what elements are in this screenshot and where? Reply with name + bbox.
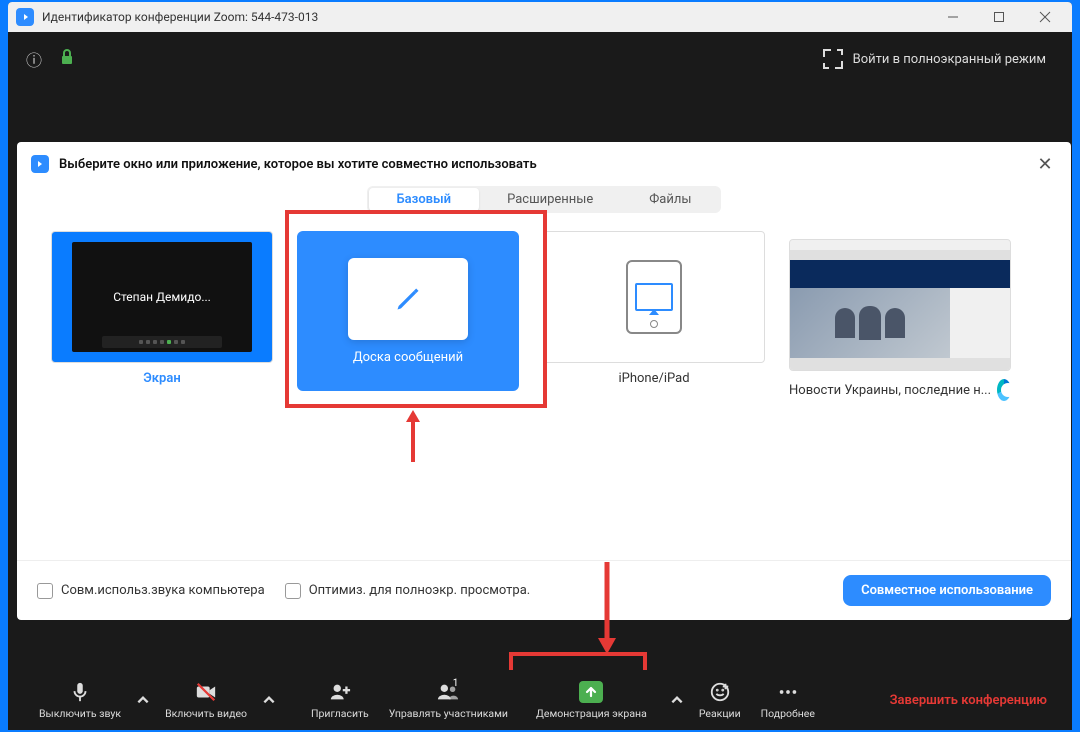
share-tabs: Базовый Расширенные Файлы — [367, 186, 722, 213]
more-icon — [776, 680, 800, 704]
fullscreen-icon — [823, 49, 843, 69]
share-screen-dialog: Выберите окно или приложение, которое вы… — [17, 142, 1071, 620]
tab-basic[interactable]: Базовый — [369, 188, 480, 211]
share-option-whiteboard[interactable]: Доска сообщений — [297, 231, 519, 401]
dialog-footer: Совм.использ.звука компьютера Оптимиз. д… — [17, 560, 1071, 620]
optimize-video-checkbox[interactable]: Оптимиз. для полноэкр. просмотра. — [285, 583, 531, 599]
share-button[interactable]: Совместное использование — [843, 575, 1051, 606]
maximize-button[interactable] — [976, 2, 1022, 32]
end-meeting-button[interactable]: Завершить конференцию — [878, 685, 1059, 716]
checkbox-icon — [285, 583, 301, 599]
dialog-title: Выберите окно или приложение, которое вы… — [59, 157, 1033, 172]
more-button[interactable]: Подробнее — [751, 672, 825, 728]
video-options-chevron[interactable] — [257, 672, 281, 728]
share-screen-button[interactable]: Демонстрация экрана — [518, 672, 665, 728]
video-label: Включить видео — [165, 707, 247, 720]
mute-button[interactable]: Выключить звук — [29, 672, 131, 728]
more-label: Подробнее — [761, 707, 815, 720]
invite-icon — [328, 680, 352, 704]
minimize-button[interactable] — [930, 2, 976, 32]
reactions-label: Реакции — [699, 707, 741, 720]
dialog-close-button[interactable]: ✕ — [1033, 152, 1057, 176]
screen-label: Экран — [51, 371, 273, 386]
news-thumbnail — [789, 239, 1011, 371]
share-option-iphone-ipad[interactable]: iPhone/iPad — [543, 231, 765, 401]
participants-icon: 1 — [436, 680, 460, 704]
camera-icon — [194, 680, 218, 704]
share-option-news-window[interactable]: Новости Украины, последние н... — [789, 239, 1011, 401]
share-options-chevron[interactable] — [665, 672, 689, 728]
window-title: Идентификатор конференции Zoom: 544-473-… — [42, 10, 930, 24]
titlebar: Идентификатор конференции Zoom: 544-473-… — [8, 2, 1072, 32]
share-options-grid: Степан Демидо... Экран Доска сообщений — [17, 231, 1071, 401]
close-button[interactable] — [1022, 2, 1068, 32]
news-label: Новости Украины, последние н... — [789, 379, 1011, 401]
invite-button[interactable]: Пригласить — [301, 672, 379, 728]
info-icon[interactable]: ⓘ — [26, 47, 42, 71]
microphone-icon — [68, 680, 92, 704]
tab-files[interactable]: Файлы — [621, 188, 719, 211]
zoom-dialog-icon — [31, 155, 49, 173]
participants-button[interactable]: 1 Управлять участниками — [379, 672, 518, 728]
zoom-window: Идентификатор конференции Zoom: 544-473-… — [8, 2, 1072, 730]
zoom-app-icon — [16, 8, 34, 26]
video-button[interactable]: Включить видео — [155, 672, 257, 728]
share-audio-checkbox[interactable]: Совм.использ.звука компьютера — [37, 583, 265, 599]
checkbox-icon — [37, 583, 53, 599]
participants-count-badge: 1 — [453, 678, 459, 689]
participants-label: Управлять участниками — [389, 707, 508, 720]
encryption-lock-icon[interactable] — [60, 49, 74, 69]
fullscreen-label: Войти в полноэкранный режим — [853, 52, 1046, 67]
whiteboard-label: Доска сообщений — [353, 350, 463, 365]
whiteboard-icon — [348, 258, 468, 340]
ipad-label: iPhone/iPad — [543, 371, 765, 386]
invite-label: Пригласить — [311, 707, 369, 720]
audio-options-chevron[interactable] — [131, 672, 155, 728]
reactions-button[interactable]: Реакции — [689, 672, 751, 728]
window-controls — [930, 2, 1068, 32]
meeting-participant-name: Степан Демидо... — [113, 290, 211, 304]
optimize-label: Оптимиз. для полноэкр. просмотра. — [309, 583, 531, 598]
ipad-thumbnail — [543, 231, 765, 363]
tab-advanced[interactable]: Расширенные — [479, 188, 621, 211]
meeting-topbar: ⓘ Войти в полноэкранный режим — [8, 32, 1072, 86]
dialog-header: Выберите окно или приложение, которое вы… — [17, 142, 1071, 186]
share-screen-label: Демонстрация экрана — [536, 707, 647, 720]
share-audio-label: Совм.использ.звука компьютера — [61, 583, 265, 598]
share-screen-icon — [579, 680, 603, 704]
edge-browser-icon — [997, 379, 1011, 401]
mute-label: Выключить звук — [39, 707, 121, 720]
fullscreen-button[interactable]: Войти в полноэкранный режим — [815, 43, 1054, 75]
screen-thumbnail: Степан Демидо... — [51, 231, 273, 363]
reactions-icon — [708, 680, 732, 704]
meeting-toolbar: Выключить звук Включить видео Пригласить… — [17, 670, 1071, 730]
share-option-screen[interactable]: Степан Демидо... Экран — [51, 231, 273, 401]
